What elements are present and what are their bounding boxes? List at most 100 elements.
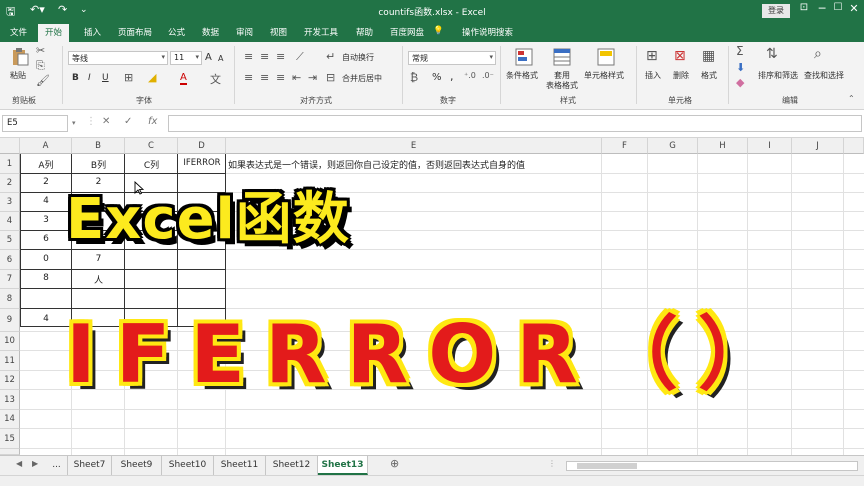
currency-icon[interactable]: ₿: [410, 71, 418, 84]
orientation-icon[interactable]: ⟋: [296, 50, 304, 64]
next-sheet-icon[interactable]: ▶: [32, 459, 38, 468]
row-header-12[interactable]: 12: [0, 371, 20, 390]
underline-button[interactable]: U: [102, 73, 109, 83]
tab-file[interactable]: 文件: [10, 26, 27, 38]
row-header-1[interactable]: 1: [0, 154, 20, 174]
conditional-format-icon[interactable]: [514, 48, 534, 66]
prev-sheet-icon[interactable]: ◀: [16, 459, 22, 468]
tab-developer[interactable]: 开发工具: [304, 26, 338, 38]
tab-view[interactable]: 视图: [270, 26, 287, 38]
row-header-8[interactable]: 8: [0, 289, 20, 309]
close-icon[interactable]: ✕: [846, 2, 862, 15]
sheet-tab-sheet13[interactable]: Sheet13: [318, 456, 368, 475]
cell-c1[interactable]: C列: [125, 158, 178, 171]
row-header-7[interactable]: 7: [0, 270, 20, 289]
row-header-10[interactable]: 10: [0, 332, 20, 351]
align-left-icon[interactable]: ≡: [244, 71, 253, 84]
bold-button[interactable]: B: [72, 73, 79, 83]
formula-input[interactable]: [168, 115, 862, 132]
italic-button[interactable]: I: [88, 73, 91, 83]
cell-e1[interactable]: 如果表达式是一个错误，则返回你自己设定的值，否则返回表达式自身的值: [228, 158, 525, 171]
sheet-tab-sheet9[interactable]: Sheet9: [112, 456, 162, 475]
row-header-4[interactable]: 4: [0, 212, 20, 231]
sheet-tab-sheet10[interactable]: Sheet10: [162, 456, 214, 475]
ribbon-display-icon[interactable]: ⊡: [796, 2, 812, 13]
tab-page-layout[interactable]: 页面布局: [118, 26, 152, 38]
cell-d1[interactable]: IFERROR: [178, 158, 226, 168]
align-bottom-icon[interactable]: ≡: [276, 50, 285, 63]
cut-icon[interactable]: ✂: [36, 44, 45, 57]
insert-function-icon[interactable]: fx: [148, 116, 157, 127]
merge-center-button[interactable]: 合并后居中: [342, 73, 382, 84]
grow-font-button[interactable]: A: [205, 52, 212, 63]
cell-a9[interactable]: 4: [20, 314, 72, 324]
row-header-3[interactable]: 3: [0, 193, 20, 212]
conditional-format-button[interactable]: 条件格式: [506, 70, 538, 81]
merge-center-icon[interactable]: ⊟: [326, 71, 335, 84]
align-center-icon[interactable]: ≡: [260, 71, 269, 84]
column-header-h[interactable]: H: [698, 138, 748, 154]
tab-help[interactable]: 帮助: [356, 26, 373, 38]
tab-baidu-netdisk[interactable]: 百度网盘: [390, 26, 424, 38]
column-header-e[interactable]: E: [226, 138, 602, 154]
column-header-c[interactable]: C: [125, 138, 178, 154]
sheet-tab-more[interactable]: ...: [46, 456, 68, 475]
format-cells-icon[interactable]: ▦: [702, 48, 715, 64]
format-painter-icon[interactable]: 🖌: [36, 74, 50, 87]
sort-filter-icon[interactable]: ⇅: [766, 46, 778, 62]
horizontal-scrollbar[interactable]: [566, 461, 858, 471]
cell-b1[interactable]: B列: [72, 158, 125, 171]
fill-color-icon[interactable]: ◢: [148, 71, 156, 84]
align-top-icon[interactable]: ≡: [244, 50, 253, 63]
name-box-chevron-icon[interactable]: ▾: [72, 119, 76, 127]
decrease-decimal-icon[interactable]: .0⁻: [482, 71, 494, 80]
row-header-2[interactable]: 2: [0, 174, 20, 193]
cell-a4[interactable]: 3: [20, 215, 72, 225]
font-name-dropdown[interactable]: 等线 ▾: [68, 51, 168, 65]
border-icon[interactable]: ⊞: [124, 71, 133, 84]
column-header-b[interactable]: B: [72, 138, 125, 154]
shrink-font-button[interactable]: A: [218, 54, 223, 63]
row-header-9[interactable]: 9: [0, 309, 20, 332]
delete-cells-button[interactable]: 删除: [673, 70, 689, 81]
cancel-icon[interactable]: ✕: [102, 116, 110, 127]
delete-cells-icon[interactable]: ⊠: [674, 48, 686, 64]
row-header-11[interactable]: 11: [0, 351, 20, 371]
find-select-icon[interactable]: ⌕: [814, 46, 822, 62]
find-select-button[interactable]: 查找和选择: [804, 70, 844, 81]
clear-icon[interactable]: ◆: [736, 76, 744, 89]
number-format-dropdown[interactable]: 常规 ▾: [408, 51, 496, 65]
tab-insert[interactable]: 插入: [84, 26, 101, 38]
row-header-14[interactable]: 14: [0, 410, 20, 429]
format-table-icon[interactable]: [552, 48, 572, 66]
column-header-j[interactable]: J: [792, 138, 844, 154]
sheet-tab-sheet11[interactable]: Sheet11: [214, 456, 266, 475]
name-box[interactable]: E5: [2, 115, 68, 132]
fill-icon[interactable]: ⬇: [736, 61, 745, 74]
cell-a5[interactable]: 6: [20, 234, 72, 244]
insert-cells-button[interactable]: 插入: [645, 70, 661, 81]
column-header-f[interactable]: F: [602, 138, 648, 154]
row-header-5[interactable]: 5: [0, 231, 20, 250]
phonetic-icon[interactable]: 文: [210, 71, 221, 87]
row-header-13[interactable]: 13: [0, 390, 20, 410]
increase-indent-icon[interactable]: ⇥: [308, 71, 317, 84]
increase-decimal-icon[interactable]: ⁺.0: [464, 71, 476, 80]
column-header-a[interactable]: A: [20, 138, 72, 154]
collapse-ribbon-icon[interactable]: ⌃: [848, 94, 855, 103]
minimize-icon[interactable]: ─: [814, 2, 830, 15]
tab-review[interactable]: 审阅: [236, 26, 253, 38]
paste-button[interactable]: 粘贴: [10, 70, 26, 81]
tab-data[interactable]: 数据: [202, 26, 219, 38]
format-table-button-line2[interactable]: 表格格式: [546, 80, 578, 91]
cell-a6[interactable]: 0: [20, 254, 72, 264]
align-middle-icon[interactable]: ≡: [260, 50, 269, 63]
paste-icon[interactable]: [10, 48, 30, 66]
cell-styles-button[interactable]: 单元格样式: [584, 70, 624, 81]
scrollbar-thumb[interactable]: [577, 463, 637, 469]
sheet-tab-sheet12[interactable]: Sheet12: [266, 456, 318, 475]
sort-filter-button[interactable]: 排序和筛选: [758, 70, 798, 81]
add-sheet-icon[interactable]: ⊕: [390, 457, 399, 470]
decrease-indent-icon[interactable]: ⇤: [292, 71, 301, 84]
maximize-icon[interactable]: ☐: [830, 2, 846, 13]
